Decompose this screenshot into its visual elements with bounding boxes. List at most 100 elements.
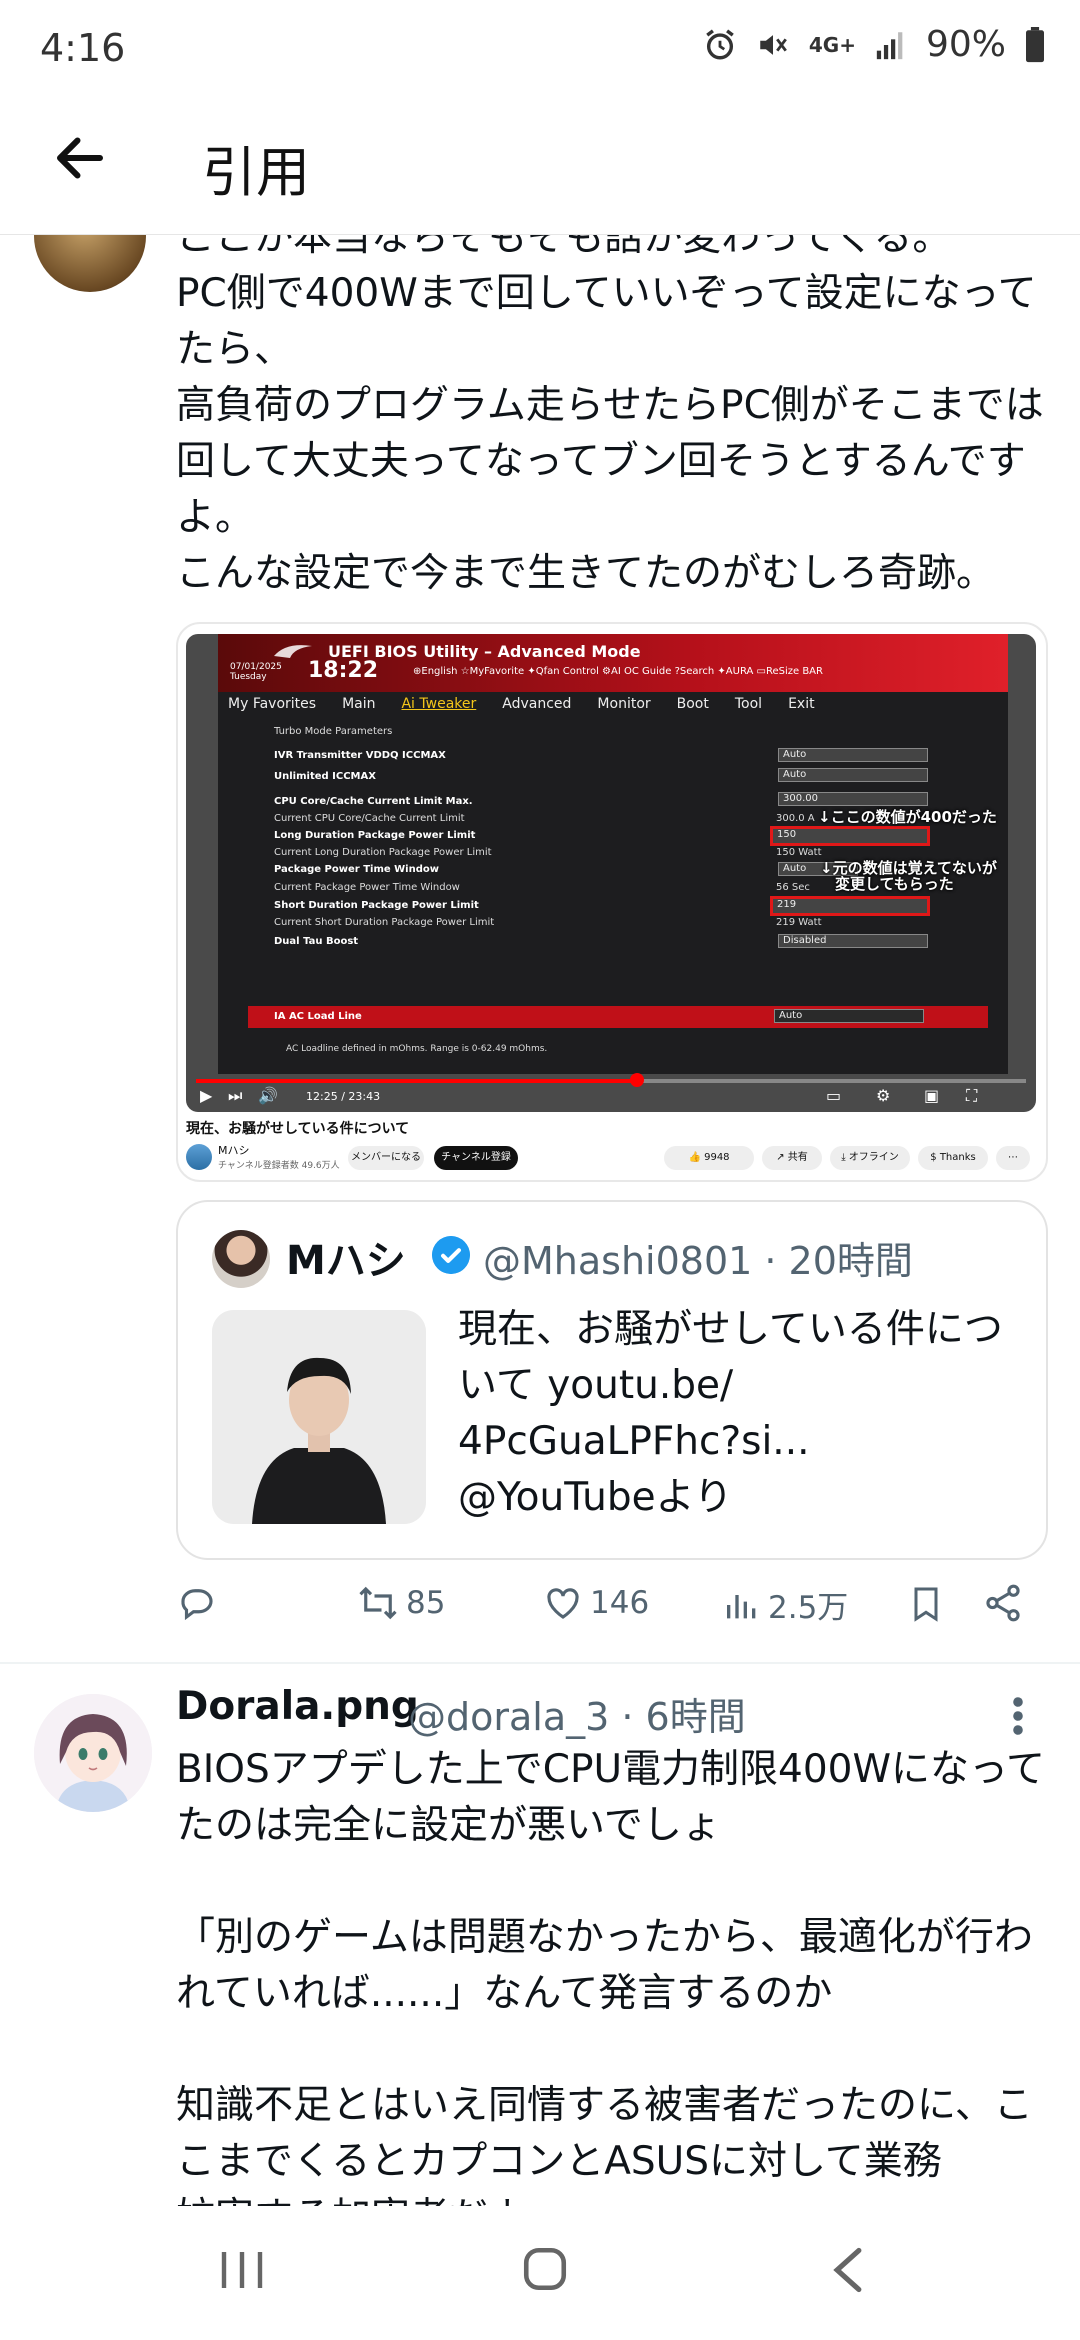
captions-icon[interactable]: ▭ [826, 1086, 841, 1105]
bios-row: CPU Core/Cache Current Limit Max. [274, 796, 473, 807]
quoted-text: 現在、お騒がせしている件について youtu.be/ 4PcGuaLPFhc?s… [458, 1307, 1003, 1520]
thanks-pill: $ Thanks [918, 1146, 988, 1170]
bios-value: 300.0 A [776, 813, 815, 824]
share-icon [986, 1584, 1020, 1622]
bios-row: IVR Transmitter VDDQ ICCMAX [274, 750, 446, 761]
bios-row: Unlimited ICCMAX [274, 771, 376, 782]
bios-footnote: AC Loadline defined in mOhms. Range is 0… [286, 1044, 548, 1054]
verified-badge-icon [432, 1236, 470, 1274]
thanks-label: Thanks [939, 1152, 976, 1163]
tweet-text: PC側で400Wまで回していいぞって設定になってたら、 高負荷のプログラム走らせ… [176, 271, 1044, 596]
views-button[interactable]: 2.5万 [722, 1582, 848, 1627]
retweet-button[interactable]: 85 [356, 1582, 445, 1624]
status-bar: 4:16 4G+ 90% [0, 0, 1080, 100]
recent-apps-icon[interactable] [216, 2246, 268, 2294]
bios-value: Auto [774, 1009, 924, 1023]
bios-row: IA AC Load Line [274, 1011, 362, 1022]
bios-clock: 18:22 [308, 658, 379, 683]
anime-avatar-icon [34, 1694, 152, 1812]
tweet-text: BIOSアプデした上でCPU電力制限400Wになってたのは完全に設定が悪いでしょ… [176, 1747, 1046, 2240]
like-button[interactable]: 146 [542, 1582, 649, 1624]
bios-row: Current Package Power Time Window [274, 882, 460, 893]
quoted-handle-time: @Mhashi0801 · 20時間 [483, 1239, 913, 1283]
fullscreen-icon[interactable]: ⛶ [966, 1086, 977, 1106]
quoted-author-name: Mハシ [286, 1238, 406, 1284]
bios-row: Current Long Duration Package Power Limi… [274, 847, 492, 858]
reply-icon [181, 1589, 213, 1621]
bios-toolbar: ⊕English ☆MyFavorite ✦Qfan Control ⚙AI O… [413, 666, 823, 677]
video-time: 12:25 / 23:43 [306, 1090, 381, 1103]
tweet-actions: 85 146 2.5万 [176, 1582, 1046, 1642]
back-nav-icon[interactable] [826, 2244, 870, 2296]
app-header: 引用 [0, 100, 1080, 235]
bios-menu-item: Advanced [502, 696, 572, 712]
settings-icon[interactable]: ⚙ [876, 1086, 890, 1105]
signal-icon [876, 31, 903, 59]
play-icon[interactable]: ▶ [200, 1086, 212, 1105]
video-title: 現在、お騒がせしている件について [186, 1121, 410, 1137]
bios-menu-item: Exit [788, 696, 815, 712]
bios-menu-item: Main [342, 696, 376, 712]
member-button: メンバーになる [348, 1146, 424, 1170]
offline-label: オフライン [848, 1152, 899, 1163]
author-name: Dorala.png [176, 1684, 419, 1729]
share-button[interactable] [982, 1582, 1024, 1624]
reply-button[interactable] [176, 1582, 218, 1624]
bios-menu-item: My Favorites [228, 696, 317, 712]
like-count-value: 9948 [704, 1152, 730, 1163]
like-count: 👍 9948 [664, 1146, 754, 1170]
bios-value: Auto [778, 768, 928, 782]
bios-menu-item-active: Ai Tweaker [401, 696, 477, 712]
share-pill: ↗ 共有 [762, 1146, 822, 1170]
bios-value: 150 Watt [776, 847, 822, 858]
heart-icon [547, 1588, 579, 1619]
bios-row: Current CPU Core/Cache Current Limit [274, 813, 465, 824]
views-icon [727, 1594, 756, 1618]
tweet-media-image[interactable]: UEFI BIOS Utility – Advanced Mode 07/01/… [176, 622, 1048, 1182]
bios-menu: My Favorites Main Ai Tweaker Advanced Mo… [228, 696, 815, 712]
subscribe-button: チャンネル登録 [434, 1146, 518, 1170]
avatar[interactable] [34, 1694, 152, 1812]
network-type: 4G+ [808, 32, 856, 57]
alarm-icon [706, 28, 734, 59]
miniplayer-icon[interactable]: ▣ [924, 1086, 939, 1105]
like-count: 146 [590, 1585, 650, 1621]
bios-row: Current Short Duration Package Power Lim… [274, 917, 495, 928]
bios-row: Dual Tau Boost [274, 936, 359, 947]
more-icon: ⋯ [996, 1146, 1030, 1170]
video-scrubber[interactable] [630, 1073, 644, 1087]
annotation-text: ↓ここの数値が400だった [818, 808, 997, 826]
author-handle-time: @dorala_3 · 6時間 [408, 1695, 746, 1739]
bios-menu-item: Tool [734, 696, 763, 712]
status-icons: 4G+ 90% [703, 24, 1046, 65]
share-label: 共有 [787, 1152, 808, 1163]
system-nav-bar [0, 2206, 1080, 2340]
home-icon[interactable] [520, 2244, 570, 2294]
more-options-icon[interactable] [1012, 1696, 1024, 1736]
bookmark-button[interactable] [906, 1582, 946, 1626]
quoted-tweet-card[interactable]: Mハシ @Mhashi0801 · 20時間 現在、お騒がせしている件について … [176, 1200, 1048, 1560]
quoted-avatar [212, 1230, 270, 1288]
bios-value: Auto [778, 748, 928, 762]
volume-icon[interactable]: 🔊 [258, 1086, 278, 1105]
bios-value: 219 Watt [776, 917, 822, 928]
retweet-icon [359, 1586, 397, 1620]
channel-name: Mハシ [218, 1144, 250, 1157]
bios-menu-item: Boot [676, 696, 709, 712]
next-icon[interactable]: ⏭ [228, 1086, 242, 1106]
bookmark-icon [914, 1587, 938, 1622]
video-progress-fill [196, 1079, 636, 1083]
back-arrow-icon[interactable] [50, 128, 110, 188]
bios-value: 56 Sec [776, 882, 810, 893]
views-count: 2.5万 [768, 1590, 849, 1626]
bios-row: Long Duration Package Power Limit [274, 830, 476, 841]
bios-selected-row: IA AC Load Line Auto [248, 1006, 988, 1028]
bios-date: 07/01/2025 Tuesday [230, 662, 282, 682]
page-title: 引用 [202, 141, 310, 204]
bios-screen: UEFI BIOS Utility – Advanced Mode 07/01/… [218, 634, 1008, 1074]
battery-percent: 90% [925, 24, 1006, 65]
bios-value-highlighted: 150 [770, 826, 930, 846]
bios-row: Package Power Time Window [274, 864, 439, 875]
offline-pill: ⤓ オフライン [830, 1146, 910, 1170]
quoted-thumbnail [212, 1310, 426, 1524]
